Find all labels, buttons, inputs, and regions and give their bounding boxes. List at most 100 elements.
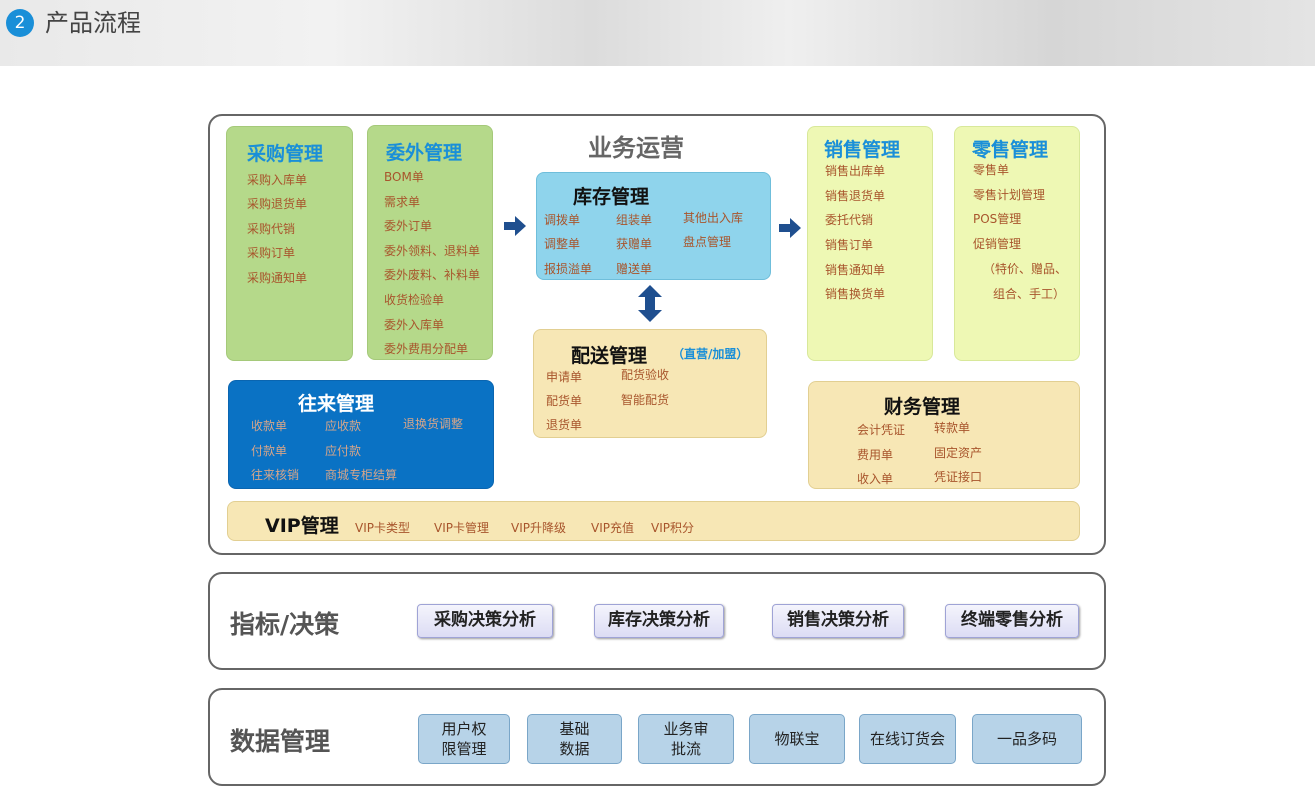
box-label: 业务审 批流: [663, 720, 709, 758]
list-item: 委外费用分配单: [384, 342, 469, 356]
list-item: 退换货调整: [403, 417, 464, 431]
list-item: 销售退货单: [825, 189, 886, 203]
retail-terminal-analysis[interactable]: 终端零售分析: [945, 604, 1079, 638]
list-item: 盘点管理: [683, 235, 732, 249]
list-item: 销售出库单: [825, 164, 886, 178]
list-item: 销售换货单: [825, 287, 886, 301]
arrow-right-icon: [504, 216, 526, 236]
finance-management-title: 财务管理: [884, 396, 961, 418]
list-item: 委外领料、退料单: [384, 244, 481, 258]
list-item: 零售计划管理: [973, 188, 1046, 202]
purchase-management-title: 采购管理: [247, 143, 324, 165]
vip-management-box: VIP管理 VIP卡类型 VIP卡管理 VIP升降级 VIP充值 VIP积分: [227, 501, 1080, 541]
purchase-management-box: 采购管理 采购入库单 采购退货单 采购代销 采购订单 采购通知单: [226, 126, 353, 361]
list-item: 获赠单: [616, 237, 653, 251]
list-item: 转款单: [934, 421, 971, 435]
list-item: 收入单: [857, 472, 894, 486]
approval-flow-box[interactable]: 业务审 批流: [638, 714, 734, 764]
list-item: 退货单: [546, 418, 583, 432]
list-item: 凭证接口: [934, 470, 983, 484]
purchase-decision-analysis[interactable]: 采购决策分析: [417, 604, 553, 638]
list-item: 委托代销: [825, 213, 874, 227]
list-item: 委外订单: [384, 219, 433, 233]
list-item: 智能配货: [621, 393, 670, 407]
multi-code-box[interactable]: 一品多码: [972, 714, 1082, 764]
data-management-title: 数据管理: [230, 727, 331, 756]
distribution-subtitle: （直营/加盟）: [672, 347, 749, 361]
decision-panel-title: 指标/决策: [230, 610, 340, 639]
list-item: 零售单: [973, 163, 1010, 177]
list-item: 采购退货单: [247, 197, 308, 211]
business-operations-title: 业务运营: [588, 134, 684, 162]
list-item: 应收款: [325, 419, 362, 433]
list-item: 应付款: [325, 444, 362, 458]
retail-management-title: 零售管理: [972, 139, 1049, 161]
base-data-box[interactable]: 基础 数据: [527, 714, 622, 764]
list-item: 会计凭证: [857, 423, 906, 437]
list-item: 往来核销: [251, 468, 300, 482]
accounts-management-box: 往来管理 收款单 应收款 退换货调整 付款单 应付款 往来核销 商城专柜结算: [228, 380, 494, 489]
list-item: 申请单: [546, 370, 583, 384]
list-item: 配货验收: [621, 368, 670, 382]
list-item: 报损溢单: [544, 262, 593, 276]
step-number-badge: 2: [6, 9, 34, 37]
list-item: BOM单: [384, 170, 424, 184]
list-item: 调整单: [544, 237, 581, 251]
list-item: 收货检验单: [384, 293, 445, 307]
box-label: 基础 数据: [559, 720, 590, 758]
list-item: VIP升降级: [511, 521, 566, 535]
finance-management-box: 财务管理 会计凭证 转款单 费用单 固定资产 收入单 凭证接口: [808, 381, 1080, 489]
outsource-management-title: 委外管理: [386, 142, 463, 164]
retail-management-box: 零售管理 零售单 零售计划管理 POS管理 促销管理 （特价、赠品、 组合、手工…: [954, 126, 1080, 361]
box-label: 一品多码: [996, 730, 1057, 748]
list-item: POS管理: [973, 212, 1022, 226]
iot-box[interactable]: 物联宝: [749, 714, 845, 764]
list-item: 赠送单: [616, 262, 653, 276]
online-order-fair-box[interactable]: 在线订货会: [859, 714, 956, 764]
sales-management-box: 销售管理 销售出库单 销售退货单 委托代销 销售订单 销售通知单 销售换货单: [807, 126, 933, 361]
list-item: VIP积分: [651, 521, 694, 535]
list-item: 收款单: [251, 419, 288, 433]
list-item: 采购入库单: [247, 173, 308, 187]
list-item: 商城专柜结算: [325, 468, 398, 482]
list-item: VIP卡类型: [355, 521, 410, 535]
list-item: 委外废料、补料单: [384, 268, 481, 282]
list-item: 采购通知单: [247, 271, 308, 285]
list-item: 调拨单: [544, 213, 581, 227]
box-label: 物联宝: [774, 730, 820, 748]
list-item: 销售通知单: [825, 263, 886, 277]
distribution-management-box: 配送管理 （直营/加盟） 申请单 配货验收 配货单 智能配货 退货单: [533, 329, 767, 438]
list-item: 促销管理: [973, 237, 1022, 251]
section-title: 产品流程: [45, 9, 141, 37]
vip-management-title: VIP管理: [265, 515, 339, 537]
list-item: 销售订单: [825, 238, 874, 252]
inventory-management-box: 库存管理 调拨单 组装单 其他出入库 调整单 获赠单 盘点管理 报损溢单 赠送单: [536, 172, 771, 280]
list-item: 组合、手工）: [993, 287, 1066, 301]
list-item: （特价、赠品、: [983, 262, 1068, 276]
list-item: 其他出入库: [683, 211, 744, 225]
list-item: 组装单: [616, 213, 653, 227]
outsource-management-box: 委外管理 BOM单 需求单 委外订单 委外领料、退料单 委外废料、补料单 收货检…: [367, 125, 493, 360]
accounts-management-title: 往来管理: [298, 393, 375, 415]
inventory-management-title: 库存管理: [573, 186, 650, 208]
section-header: 2 产品流程: [0, 0, 1315, 66]
arrow-right-icon: [779, 218, 801, 238]
list-item: 固定资产: [934, 446, 983, 460]
list-item: VIP卡管理: [434, 521, 489, 535]
distribution-management-title: 配送管理: [571, 345, 648, 367]
list-item: 采购代销: [247, 222, 296, 236]
inventory-decision-analysis[interactable]: 库存决策分析: [594, 604, 724, 638]
sales-decision-analysis[interactable]: 销售决策分析: [772, 604, 904, 638]
list-item: 配货单: [546, 394, 583, 408]
list-item: 委外入库单: [384, 318, 445, 332]
box-label: 用户权 限管理: [441, 720, 487, 758]
box-label: 在线订货会: [869, 730, 945, 748]
list-item: 费用单: [857, 448, 894, 462]
list-item: 付款单: [251, 444, 288, 458]
double-arrow-icon: [638, 285, 662, 322]
sales-management-title: 销售管理: [824, 139, 901, 161]
list-item: 需求单: [384, 195, 421, 209]
list-item: VIP充值: [591, 521, 634, 535]
list-item: 采购订单: [247, 246, 296, 260]
user-permission-box[interactable]: 用户权 限管理: [418, 714, 510, 764]
